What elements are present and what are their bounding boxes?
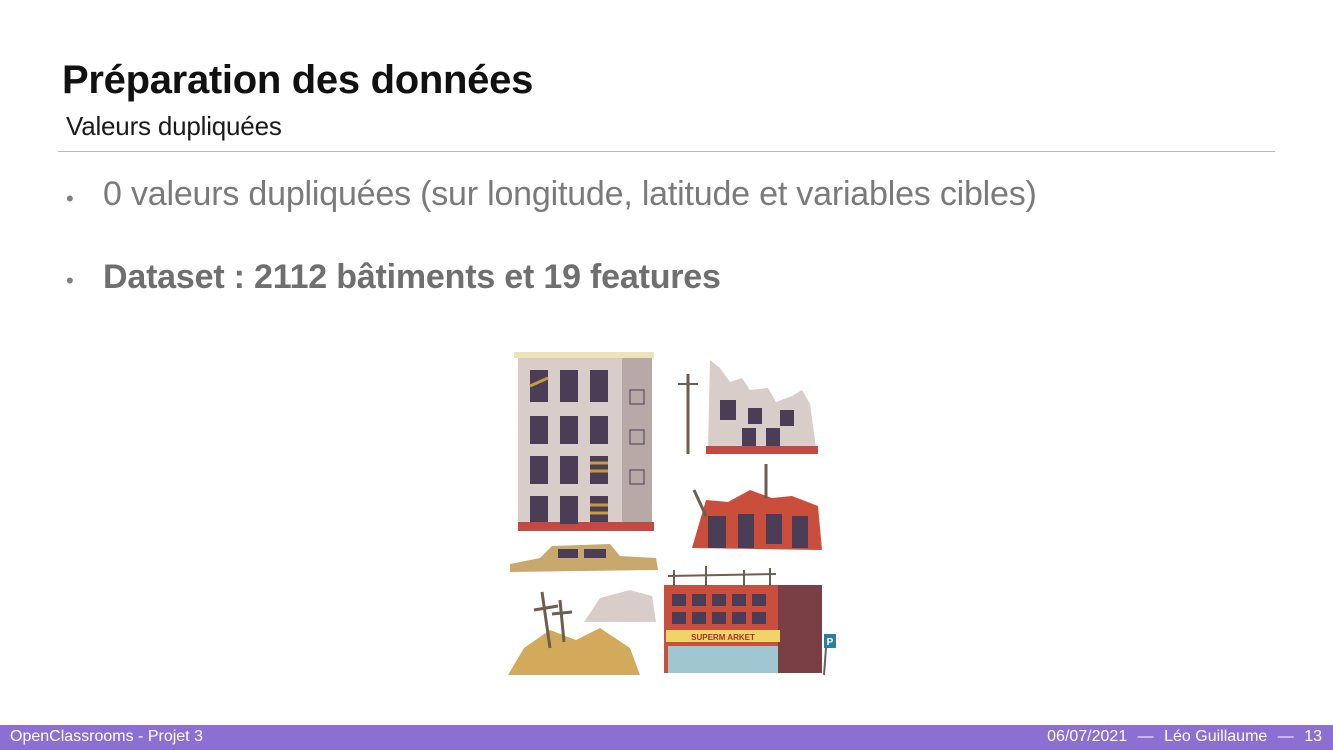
footer-separator: — bbox=[1137, 728, 1154, 745]
slide-title: Préparation des données bbox=[62, 58, 534, 102]
ruined-buildings-illustration: SUPERM ARKET P bbox=[508, 352, 836, 676]
footer-author: Léo Guillaume bbox=[1164, 728, 1268, 745]
bullet-marker: • bbox=[66, 268, 74, 293]
shop-sign-text: SUPERM ARKET bbox=[691, 633, 755, 642]
damaged-supermarket: SUPERM ARKET P bbox=[664, 566, 836, 676]
slide-subtitle: Valeurs dupliquées bbox=[66, 111, 282, 141]
bullet-dataset-size: Dataset : 2112 bâtiments et 19 features bbox=[103, 258, 721, 296]
footer-date: 06/07/2021 bbox=[1047, 728, 1128, 745]
ruined-wall bbox=[678, 360, 818, 454]
rubble-pile bbox=[508, 590, 656, 675]
bullet-marker: • bbox=[66, 186, 74, 211]
footer-bar: OpenClassrooms - Projet 3 06/07/2021 — L… bbox=[0, 725, 1333, 750]
title-divider bbox=[58, 151, 1275, 152]
footer-page-number: 13 bbox=[1304, 728, 1322, 745]
parking-sign-text: P bbox=[827, 637, 834, 648]
ruined-red-house bbox=[692, 464, 822, 550]
apartment-building bbox=[514, 352, 654, 531]
footer-meta: 06/07/2021 — Léo Guillaume — 13 bbox=[1041, 728, 1322, 746]
footer-separator: — bbox=[1277, 728, 1294, 745]
bullet-duplicates: 0 valeurs dupliquées (sur longitude, lat… bbox=[103, 175, 1037, 213]
wrecked-car bbox=[510, 544, 658, 572]
footer-course: OpenClassrooms - Projet 3 bbox=[10, 728, 203, 745]
